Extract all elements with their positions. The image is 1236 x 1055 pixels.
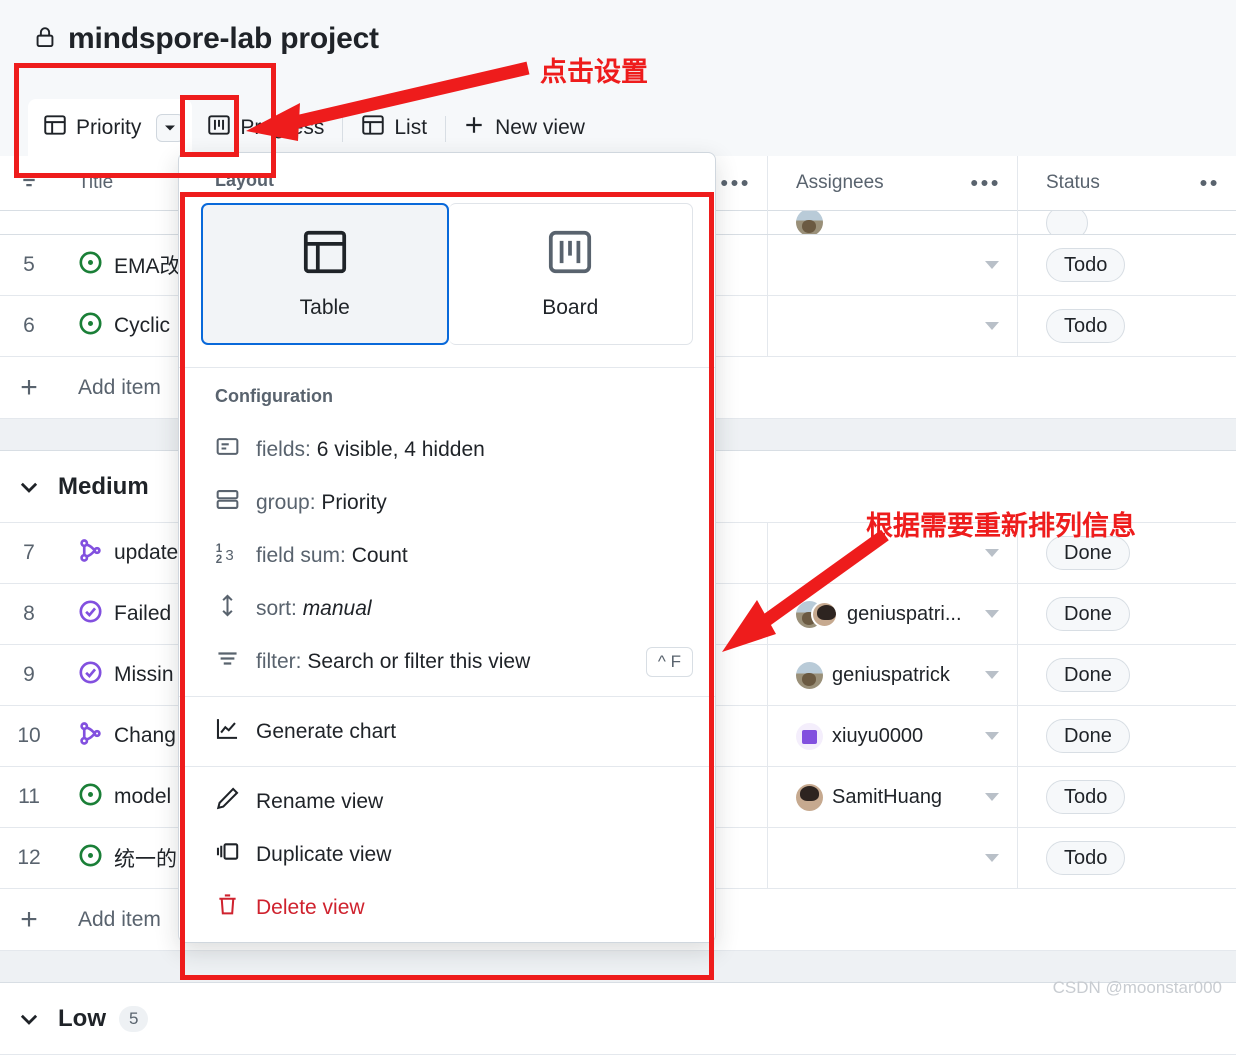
tab-list-label: List bbox=[394, 115, 428, 139]
column-header-status-label: Status bbox=[1046, 172, 1100, 193]
avatar bbox=[796, 211, 823, 234]
row-number-cell: 12 bbox=[17, 846, 41, 869]
issue-closed-icon bbox=[78, 660, 103, 691]
add-item-label: Add item bbox=[78, 375, 161, 399]
status-badge bbox=[1046, 211, 1088, 234]
column-header-status[interactable]: Status •• bbox=[1018, 156, 1236, 211]
chevron-down-icon[interactable] bbox=[0, 474, 58, 500]
row-status-cell[interactable]: Done bbox=[1018, 645, 1236, 705]
issue-open-icon bbox=[78, 311, 103, 342]
new-view-button[interactable]: New view bbox=[449, 99, 599, 156]
tab-divider bbox=[445, 116, 447, 142]
table-view-icon bbox=[361, 113, 385, 143]
group-count-badge: 5 bbox=[119, 1005, 149, 1032]
row-assignees-cell[interactable]: geniuspatrick bbox=[768, 645, 1018, 705]
pull-request-icon bbox=[78, 538, 103, 569]
tab-divider bbox=[342, 116, 344, 142]
chevron-down-icon[interactable] bbox=[985, 671, 999, 679]
new-view-label: New view bbox=[495, 115, 585, 139]
chevron-down-icon[interactable] bbox=[985, 793, 999, 801]
plus-icon bbox=[463, 114, 485, 142]
assignee-name: SamitHuang bbox=[832, 785, 943, 808]
group-label: Medium bbox=[58, 472, 149, 500]
chevron-down-icon[interactable] bbox=[985, 854, 999, 862]
page-title: mindspore-lab project bbox=[68, 22, 379, 55]
annotation-box-caret bbox=[180, 95, 239, 157]
plus-icon: + bbox=[20, 902, 38, 936]
row-number-cell bbox=[0, 211, 58, 234]
avatar-group bbox=[796, 600, 838, 628]
row-status-cell[interactable]: Done bbox=[1018, 706, 1236, 766]
chevron-down-icon[interactable] bbox=[985, 732, 999, 740]
issue-open-icon bbox=[78, 782, 103, 813]
watermark: CSDN @moonstar000 bbox=[1052, 978, 1222, 997]
row-number-cell: 10 bbox=[17, 724, 41, 747]
annotation-box-menu bbox=[180, 192, 714, 980]
row-assignees-cell[interactable]: SamitHuang bbox=[768, 767, 1018, 827]
row-status-cell[interactable]: Todo bbox=[1018, 767, 1236, 827]
row-title-text: Cyclic bbox=[114, 314, 170, 337]
avatar bbox=[796, 783, 823, 811]
column-menu-icon[interactable]: ••• bbox=[720, 172, 751, 194]
row-status-cell[interactable]: Todo bbox=[1018, 296, 1236, 356]
annotation-callout-1: 点击设置 bbox=[540, 57, 648, 88]
avatar bbox=[811, 600, 838, 628]
row-assignees-cell[interactable]: xiuyu0000 bbox=[768, 706, 1018, 766]
chevron-down-icon[interactable] bbox=[985, 322, 999, 330]
row-title-text: Chang bbox=[114, 724, 176, 747]
chevron-down-icon[interactable] bbox=[985, 549, 999, 557]
column-header-assignees[interactable]: Assignees ••• bbox=[768, 155, 1018, 211]
assignee-name: geniuspatrick bbox=[832, 663, 950, 686]
tab-list[interactable]: List bbox=[346, 99, 442, 156]
add-item-label: Add item bbox=[78, 907, 161, 931]
issue-open-icon bbox=[78, 250, 103, 281]
column-menu-icon[interactable]: ••• bbox=[970, 172, 1001, 194]
row-title-text: 统一的 bbox=[114, 848, 177, 871]
group-label: Low bbox=[58, 1004, 106, 1032]
row-assignees-cell[interactable]: geniuspatri... bbox=[768, 584, 1018, 644]
row-status-cell[interactable]: Done bbox=[1018, 584, 1236, 644]
avatar bbox=[796, 722, 823, 750]
row-title-text: EMA改 bbox=[114, 255, 181, 278]
row-title-text: Missin bbox=[114, 663, 174, 686]
row-number-cell: 6 bbox=[23, 314, 35, 337]
status-badge: Todo bbox=[1046, 841, 1126, 875]
status-badge: Todo bbox=[1046, 248, 1126, 282]
row-number-cell: 5 bbox=[23, 253, 35, 276]
row-title-text: model bbox=[114, 785, 172, 808]
plus-icon: + bbox=[20, 370, 38, 404]
row-number-cell: 11 bbox=[18, 785, 40, 808]
column-menu-icon[interactable]: •• bbox=[1200, 172, 1220, 194]
chevron-down-icon[interactable] bbox=[0, 1006, 58, 1032]
pull-request-icon bbox=[78, 721, 103, 752]
chevron-down-icon[interactable] bbox=[985, 610, 999, 618]
row-assignees-cell bbox=[768, 211, 1018, 234]
status-badge: Done bbox=[1046, 658, 1130, 692]
row-number-cell: 9 bbox=[23, 663, 35, 686]
group-header-low[interactable]: Low 5 bbox=[0, 983, 1236, 1055]
row-status-cell bbox=[1018, 211, 1236, 234]
chevron-down-icon[interactable] bbox=[985, 261, 999, 269]
row-assignees-cell[interactable] bbox=[768, 296, 1018, 356]
row-status-cell[interactable]: Todo bbox=[1018, 828, 1236, 888]
assignee-name: xiuyu0000 bbox=[832, 724, 924, 747]
avatar bbox=[796, 661, 823, 689]
status-badge: Todo bbox=[1046, 780, 1126, 814]
assignee-name: geniuspatri... bbox=[847, 602, 962, 625]
status-badge: Done bbox=[1046, 597, 1130, 631]
status-badge: Todo bbox=[1046, 309, 1126, 343]
row-title-text: Failed bbox=[114, 602, 172, 625]
status-badge: Done bbox=[1046, 719, 1130, 753]
column-header-assignees-label: Assignees bbox=[796, 172, 884, 193]
annotation-callout-2: 根据需要重新排列信息 bbox=[866, 511, 1136, 542]
row-assignees-cell[interactable] bbox=[768, 828, 1018, 888]
row-title-text: update bbox=[114, 541, 179, 564]
row-status-cell[interactable]: Todo bbox=[1018, 235, 1236, 295]
issue-closed-icon bbox=[78, 599, 103, 630]
row-number-cell: 7 bbox=[23, 541, 35, 564]
lock-icon bbox=[34, 24, 56, 55]
issue-open-icon bbox=[78, 843, 103, 874]
row-assignees-cell[interactable] bbox=[768, 235, 1018, 295]
row-number-cell: 8 bbox=[23, 602, 35, 625]
